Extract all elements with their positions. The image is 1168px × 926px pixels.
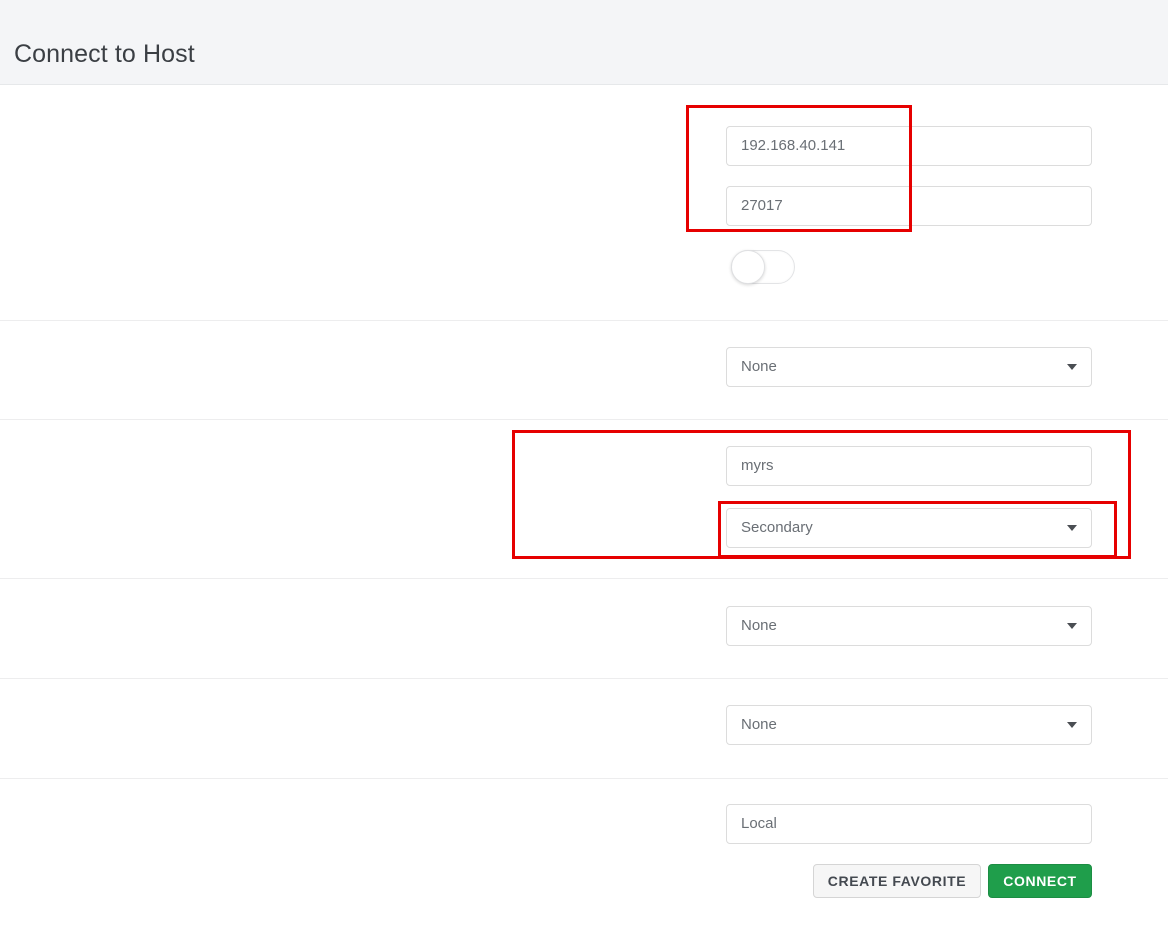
srv-record-label-wrap: SRV Record: [0, 247, 460, 287]
ssl-select[interactable]: None: [726, 606, 1092, 646]
row-ssh-tunnel: SSH Tunnel None: [0, 705, 1168, 745]
ssh-tunnel-label-wrap: SSH Tunnel: [0, 705, 460, 745]
replica-set-name-input[interactable]: myrs: [726, 446, 1092, 486]
authentication-label-wrap: Authentication: [0, 347, 460, 387]
ssh-tunnel-select[interactable]: None: [726, 705, 1092, 745]
divider-5: [0, 778, 1168, 779]
authentication-value: None: [741, 358, 777, 375]
row-favorite-name: Favorite Namei Local: [0, 804, 1168, 844]
port-label-wrap: Port: [0, 186, 460, 226]
divider-3: [0, 578, 1168, 579]
ssl-value: None: [741, 617, 777, 634]
chevron-down-icon: [1067, 623, 1077, 629]
hostname-label-wrap: Hostname: [0, 126, 460, 166]
favorite-name-input[interactable]: Local: [726, 804, 1092, 844]
row-srv-record: SRV Record: [0, 247, 1168, 287]
chevron-down-icon: [1067, 722, 1077, 728]
connect-to-host-dialog: Connect to Host Hostname 192.168.40.141 …: [0, 0, 1168, 926]
port-input[interactable]: 27017: [726, 186, 1092, 226]
page-title: Connect to Host: [14, 40, 195, 68]
chevron-down-icon: [1067, 525, 1077, 531]
row-replica-set-name: Replica Set Name myrs: [0, 446, 1168, 486]
row-port: Port 27017: [0, 186, 1168, 226]
hostname-input[interactable]: 192.168.40.141: [726, 126, 1092, 166]
favorite-name-label-wrap: Favorite Namei: [0, 804, 460, 844]
divider-4: [0, 678, 1168, 679]
replica-set-name-label-wrap: Replica Set Name: [0, 446, 460, 486]
read-preference-label-wrap: Read Preference: [0, 508, 460, 548]
row-authentication: Authentication None: [0, 347, 1168, 387]
connect-button[interactable]: CONNECT: [988, 864, 1092, 898]
divider-1: [0, 320, 1168, 321]
dialog-header: Connect to Host: [0, 0, 1168, 85]
read-preference-value: Secondary: [741, 519, 813, 536]
srv-record-toggle[interactable]: [731, 250, 795, 284]
row-read-preference: Read Preference Secondary: [0, 508, 1168, 548]
row-hostname: Hostname 192.168.40.141: [0, 126, 1168, 166]
ssl-label-wrap: SSL: [0, 606, 460, 646]
ssh-tunnel-value: None: [741, 716, 777, 733]
create-favorite-button[interactable]: CREATE FAVORITE: [813, 864, 981, 898]
chevron-down-icon: [1067, 364, 1077, 370]
authentication-select[interactable]: None: [726, 347, 1092, 387]
row-ssl: SSL None: [0, 606, 1168, 646]
divider-2: [0, 419, 1168, 420]
toggle-knob: [731, 250, 765, 284]
read-preference-select[interactable]: Secondary: [726, 508, 1092, 548]
